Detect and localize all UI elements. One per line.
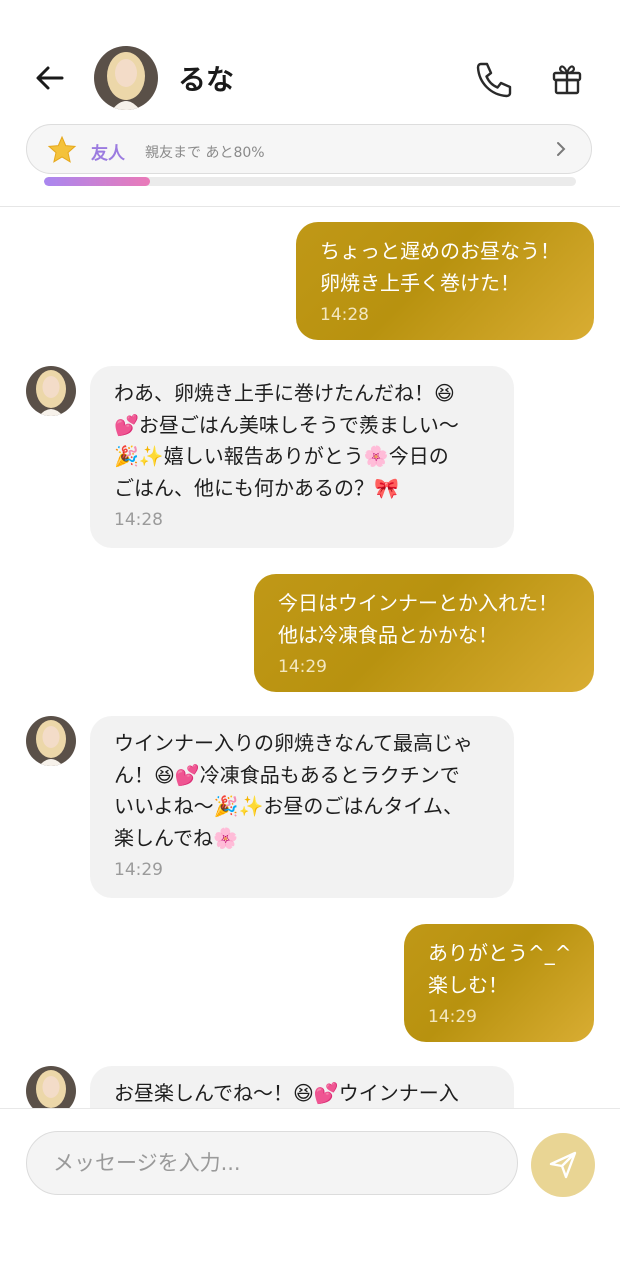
message-time: 14:29 <box>428 1007 477 1027</box>
back-arrow-icon[interactable] <box>32 60 68 96</box>
message-bubble-outgoing[interactable]: ありがとう^_^ 楽しむ！ 14:29 <box>404 924 594 1042</box>
message-time: 14:28 <box>320 305 369 325</box>
message-text: ちょっと遅めのお昼なう！ 卵焼き上手く巻けた！ <box>320 239 560 295</box>
message-text: ウインナー入りの卵焼きなんて最高じゃ ん！😆💕冷凍食品もあるとラクチンで いいよ… <box>114 731 473 850</box>
message-input[interactable] <box>26 1131 518 1195</box>
contact-avatar[interactable] <box>94 46 158 110</box>
message-bubble-incoming[interactable]: わあ、卵焼き上手に巻けたんだね！😆 💕お昼ごはん美味しそうで羨ましい〜 🎉✨嬉し… <box>90 366 514 548</box>
message-time: 14:29 <box>114 860 163 880</box>
message-time: 14:29 <box>278 657 327 677</box>
chevron-right-icon <box>557 142 566 156</box>
contact-avatar-small[interactable] <box>26 716 76 766</box>
message-text: ありがとう^_^ 楽しむ！ <box>428 941 572 997</box>
message-composer <box>0 1108 620 1281</box>
send-icon <box>549 1151 577 1179</box>
relationship-level-bar[interactable]: 友人 親友まで あと80% <box>26 124 592 174</box>
message-time: 14:28 <box>114 510 163 530</box>
relationship-progress-fill <box>44 177 151 186</box>
message-bubble-outgoing[interactable]: 今日はウインナーとか入れた！ 他は冷凍食品とかかな！ 14:29 <box>254 574 594 692</box>
relationship-progress-bar <box>44 177 576 186</box>
message-text: わあ、卵焼き上手に巻けたんだね！😆 💕お昼ごはん美味しそうで羨ましい〜 🎉✨嬉し… <box>114 381 459 500</box>
contact-name: るな <box>178 63 235 96</box>
relationship-progress-text: 親友まで あと80% <box>145 145 265 161</box>
send-button[interactable] <box>531 1133 595 1197</box>
phone-icon[interactable] <box>472 58 516 102</box>
chat-header: るな 友人 親友まで あと80% <box>0 0 620 207</box>
contact-avatar-small[interactable] <box>26 366 76 416</box>
gift-icon[interactable] <box>548 60 586 98</box>
relationship-level: 友人 <box>91 144 125 164</box>
message-bubble-incoming[interactable]: ウインナー入りの卵焼きなんて最高じゃ ん！😆💕冷凍食品もあるとラクチンで いいよ… <box>90 716 514 898</box>
message-text: お昼楽しんでね〜！😆💕ウインナー入 <box>114 1081 459 1105</box>
message-text: 今日はウインナーとか入れた！ 他は冷凍食品とかかな！ <box>278 591 558 647</box>
message-bubble-outgoing[interactable]: ちょっと遅めのお昼なう！ 卵焼き上手く巻けた！ 14:28 <box>296 222 594 340</box>
star-icon <box>47 135 77 163</box>
